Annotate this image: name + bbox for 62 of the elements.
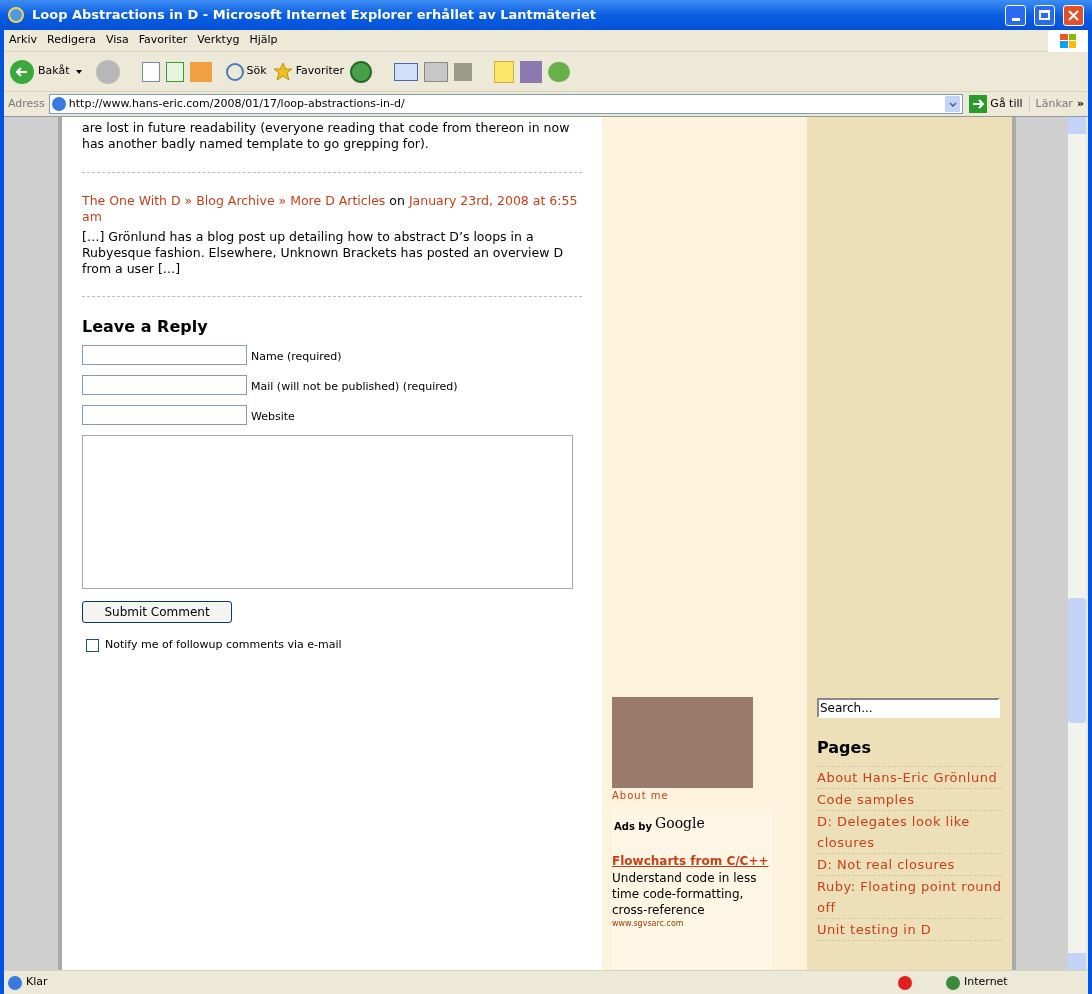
notify-label: Notify me of followup comments via e-mail — [105, 637, 342, 653]
text-field[interactable] — [82, 405, 247, 425]
page-link[interactable]: D: Delegates look like closures — [817, 811, 1002, 854]
menu-item[interactable]: Arkiv — [4, 32, 42, 49]
menu-item[interactable]: Verktyg — [192, 32, 245, 49]
comment-author-link[interactable]: The One With D » Blog Archive » More D Articles — [82, 193, 386, 208]
comment-header: The One With D » Blog Archive » More D Articles on January 23rd, 2008 at 6:55 am — [82, 193, 579, 225]
reply-heading: Leave a Reply — [82, 316, 209, 338]
zone-text: Internet — [964, 974, 1009, 991]
field-label: Website — [251, 408, 295, 425]
close-button[interactable] — [1063, 4, 1084, 26]
close-icon — [1068, 9, 1079, 21]
ad-text: Understand code in less time code-formatting, cross-reference — [612, 870, 758, 918]
favorites-button[interactable]: Favoriter — [272, 62, 345, 81]
blocked-icon — [898, 975, 912, 990]
search-field[interactable]: Search... — [817, 698, 1000, 718]
maximize-button[interactable] — [1034, 4, 1055, 26]
google-logo: Google — [655, 814, 705, 833]
globe-icon — [946, 975, 960, 990]
ads-by-label: Ads by — [614, 820, 652, 834]
field-label: Mail (will not be published) (required) — [251, 378, 458, 395]
windows-logo-icon — [1048, 29, 1088, 52]
dropdown-button[interactable] — [945, 96, 961, 112]
comment-text: […] Grönlund has a blog post up detailing how to abstract D’s loops in a Rubyesque fashion. Elsewhere, Unknown Brackets has posted an overview D from a user […] — [82, 229, 565, 277]
page-link[interactable]: About Hans-Eric Grönlund — [817, 767, 1002, 789]
menu-item[interactable]: Favoriter — [133, 32, 193, 49]
text-field[interactable] — [82, 375, 247, 395]
text-field[interactable] — [82, 345, 247, 365]
arrow-left-icon — [16, 66, 28, 77]
notify-checkbox[interactable] — [86, 638, 99, 652]
pages-heading: Pages — [817, 737, 872, 759]
star-icon — [272, 62, 293, 81]
about-me-link[interactable]: About me — [612, 788, 797, 803]
post-text: are lost in future readability (everyone reading that code from thereon in now has another badly named template to go grepping for). — [82, 120, 571, 152]
status-text: Klar — [26, 974, 49, 991]
page-link[interactable]: Ruby: Floating point round off — [817, 876, 1002, 919]
caret-icon[interactable] — [75, 69, 82, 74]
page-link[interactable]: D: Not real closures — [817, 854, 1002, 876]
field-label: Name (required) — [251, 348, 342, 365]
back-button[interactable]: Bakåt — [10, 59, 70, 84]
go-button[interactable]: Gå till — [967, 95, 1025, 113]
links-label[interactable]: Länkar — [1028, 95, 1073, 113]
submit-button[interactable]: Submit Comment — [82, 601, 232, 623]
page-icon — [8, 975, 22, 990]
minimize-button[interactable] — [1005, 4, 1026, 26]
arrow-right-icon — [969, 95, 988, 113]
window-title: Loop Abstractions in D - Microsoft Internet Explorer erhållet av Lantmäteriet — [32, 6, 598, 25]
ad-title-link[interactable]: Flowcharts from C/C++ — [612, 852, 772, 870]
browser-icon — [8, 7, 24, 23]
page-icon — [51, 97, 66, 111]
menu-item[interactable]: Hjälp — [244, 32, 283, 49]
address-field[interactable]: http://www.hans-eric.com/2008/01/17/loop-abstractions-in-d/ — [48, 94, 964, 114]
scrollbar[interactable] — [1068, 117, 1086, 970]
menu-item[interactable]: Redigera — [42, 32, 101, 49]
page-link[interactable]: Code samples — [817, 789, 1002, 811]
chevron-down-icon — [948, 101, 957, 107]
menu-item[interactable]: Visa — [100, 32, 134, 49]
search-button[interactable]: Sök — [225, 62, 267, 81]
ad-url-link[interactable]: www.sgvsarc.com — [612, 918, 772, 930]
more-chevron[interactable]: » — [1076, 95, 1084, 113]
page-link[interactable]: Unit testing in D — [817, 919, 1002, 941]
address-label: Adress — [8, 95, 45, 112]
